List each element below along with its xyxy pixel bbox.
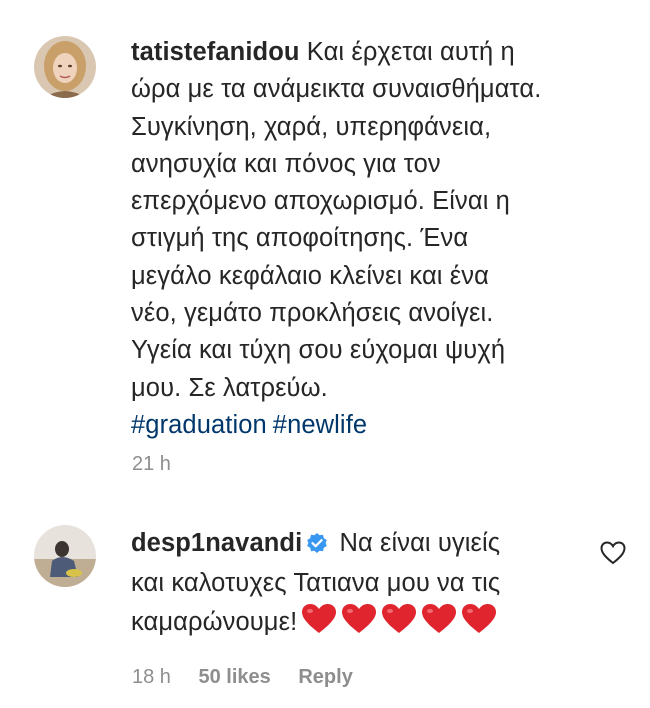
timestamp[interactable]: 21 h <box>132 453 171 475</box>
comment-line: μεγάλο κεφάλαιο κλείνει και ένα <box>131 261 489 290</box>
comment-line: ώρα με τα ανάμεικτα συναισθήματα. <box>131 75 542 104</box>
like-comment-button[interactable] <box>600 541 626 570</box>
comment-text: tatistefanidou Και έρχεται αυτή η ώρα με… <box>131 34 541 444</box>
username-link[interactable]: desp1navandi <box>131 529 302 557</box>
username-link[interactable]: tatistefanidou <box>131 38 300 66</box>
avatar-desp1navandi[interactable] <box>34 525 96 587</box>
comment-line: στιγμή της αποφοίτησης. Ένα <box>131 224 469 253</box>
red-heart-emoji-icon <box>301 603 337 646</box>
red-heart-emoji-icon <box>381 603 417 646</box>
comment-meta: 21 h <box>132 453 171 476</box>
comment-line: καμαρώνουμε! <box>131 607 298 636</box>
comment-line: Να είναι υγιείς <box>339 529 501 557</box>
comment-meta: 18 h 50 likes Reply <box>132 666 353 689</box>
hashtag-link[interactable]: #graduation <box>131 411 267 439</box>
reply-button[interactable]: Reply <box>298 666 352 688</box>
comment-line: νέο, γεμάτο προκλήσεις ανοίγει. <box>131 299 494 328</box>
red-heart-emoji-icon <box>341 603 377 646</box>
comment-line: επερχόμενο αποχωρισμό. Είναι η <box>131 187 510 216</box>
avatar-tatistefanidou[interactable] <box>34 36 96 98</box>
comment-line: Συγκίνηση, χαρά, υπερηφάνεια, <box>131 112 492 141</box>
comment-text: desp1navandi Να είναι υγιείς και καλοτυχ… <box>131 525 500 646</box>
hashtag-link[interactable]: #newlife <box>273 411 367 439</box>
red-heart-emoji-icon <box>421 603 457 646</box>
timestamp[interactable]: 18 h <box>132 666 171 688</box>
comment-line: και καλοτυχες Τατιανα μου να τις <box>131 569 501 598</box>
comment-line: Υγεία και τύχη σου εύχομαι ψυχή <box>131 336 506 365</box>
hashtags: #graduation #newlife <box>131 407 541 444</box>
heart-outline-icon <box>600 541 626 565</box>
comment-line: ανησυχία και πόνος για τον <box>131 149 441 178</box>
red-heart-emoji-icon <box>461 603 497 646</box>
verified-badge-icon <box>306 528 328 565</box>
comment-line: Και έρχεται αυτή η <box>306 38 515 66</box>
likes-count[interactable]: 50 likes <box>199 666 271 688</box>
comment-line: μου. Σε λατρεύω. <box>131 373 328 402</box>
